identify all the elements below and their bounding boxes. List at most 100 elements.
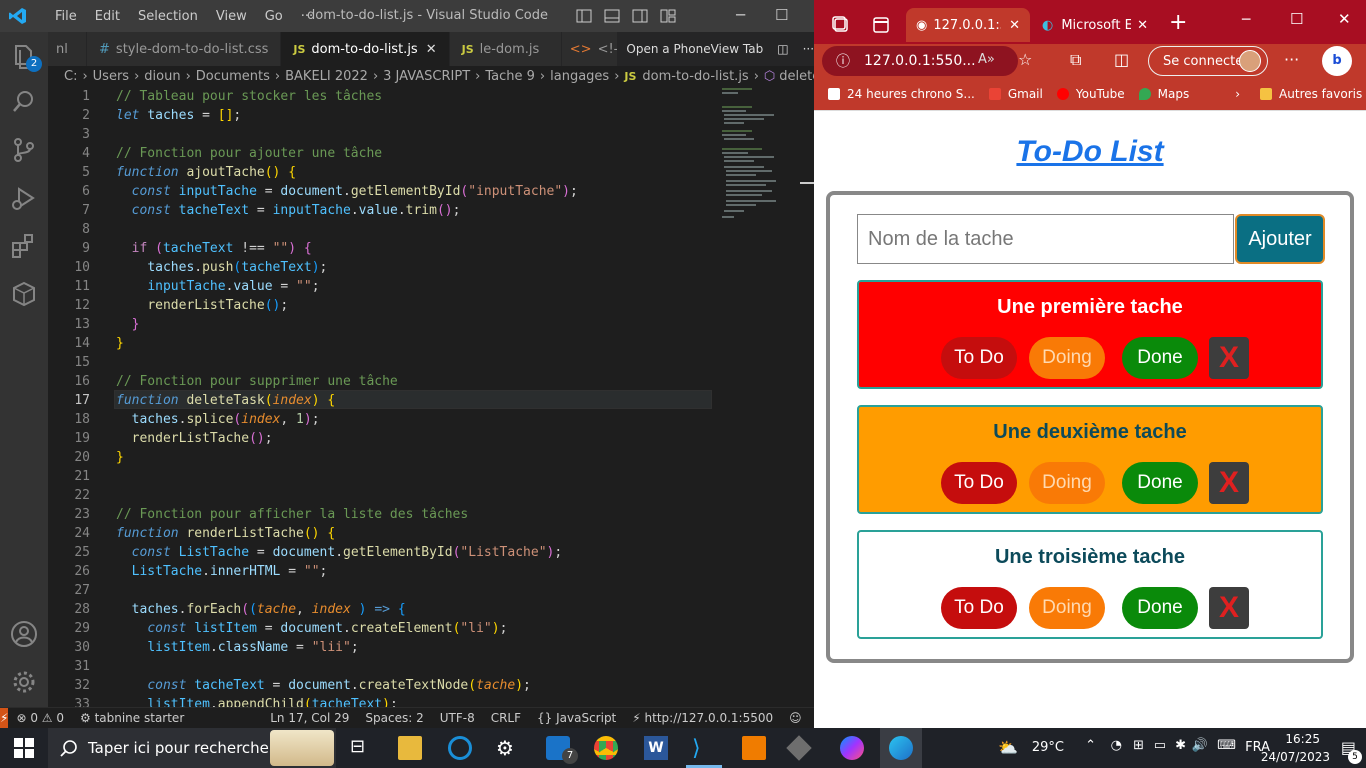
toggle-sidebar-icon[interactable] bbox=[576, 8, 592, 24]
minimap[interactable] bbox=[720, 86, 800, 226]
cortana-icon[interactable] bbox=[448, 736, 472, 760]
minimize-icon[interactable]: ─ bbox=[736, 6, 745, 24]
split-editor-icon[interactable]: ◫ bbox=[777, 42, 788, 56]
close-tab-icon[interactable]: ✕ bbox=[426, 42, 437, 57]
doing-button[interactable]: Doing bbox=[1029, 587, 1105, 629]
toggle-panel-icon[interactable] bbox=[604, 8, 620, 24]
minimize-icon[interactable]: ─ bbox=[1242, 12, 1250, 28]
weather-temperature[interactable]: 29°C bbox=[1032, 740, 1064, 755]
tab-truncated[interactable]: nl bbox=[48, 32, 88, 66]
source-control-icon[interactable] bbox=[10, 136, 38, 164]
breadcrumb-item[interactable]: deleteTask bbox=[779, 69, 814, 84]
encoding[interactable]: UTF-8 bbox=[432, 711, 483, 725]
breadcrumb-item[interactable]: langages bbox=[550, 69, 609, 84]
menu-edit[interactable]: Edit bbox=[86, 9, 129, 24]
scrollbar-position[interactable] bbox=[800, 182, 814, 184]
menu-selection[interactable]: Selection bbox=[129, 9, 207, 24]
breadcrumb-item[interactable]: Tache 9 bbox=[485, 69, 535, 84]
problems-indicator[interactable]: ⊗ 0 ⚠ 0 bbox=[8, 711, 72, 725]
volume-icon[interactable]: 🔊 bbox=[1192, 738, 1208, 753]
breadcrumb-item[interactable]: Documents bbox=[196, 69, 270, 84]
menu-file[interactable]: File bbox=[46, 9, 86, 24]
task-input[interactable]: Nom de la tache bbox=[857, 214, 1234, 264]
delete-task-button[interactable]: X bbox=[1209, 587, 1249, 629]
indentation[interactable]: Spaces: 2 bbox=[357, 711, 431, 725]
battery-icon[interactable]: ▭ bbox=[1154, 738, 1166, 753]
file-explorer-icon[interactable] bbox=[398, 736, 422, 760]
tab-style-css[interactable]: # style-dom-to-do-list.css bbox=[87, 32, 282, 66]
done-button[interactable]: Done bbox=[1122, 337, 1198, 379]
tab-le-dom-js[interactable]: JS le-dom.js bbox=[449, 32, 562, 66]
search-icon[interactable] bbox=[10, 88, 38, 116]
tab-html[interactable]: <> <!--ht bbox=[561, 32, 619, 66]
close-tab-icon[interactable]: ✕ bbox=[1137, 18, 1148, 33]
menu-go[interactable]: Go bbox=[256, 9, 292, 24]
explorer-icon[interactable]: 2 bbox=[10, 42, 42, 72]
network-icon[interactable]: ⊞ bbox=[1133, 738, 1144, 753]
messenger-icon[interactable] bbox=[840, 736, 864, 760]
doing-button[interactable]: Doing bbox=[1029, 462, 1105, 504]
menu-view[interactable]: View bbox=[207, 9, 256, 24]
close-tab-icon[interactable]: ✕ bbox=[1009, 18, 1020, 33]
customize-layout-icon[interactable] bbox=[660, 8, 676, 24]
breadcrumb-item[interactable]: Users bbox=[93, 69, 129, 84]
favorite-24h[interactable]: 24 heures chrono S... bbox=[828, 87, 975, 101]
add-task-button[interactable]: Ajouter bbox=[1235, 214, 1325, 264]
todo-button[interactable]: To Do bbox=[941, 462, 1017, 504]
maximize-icon[interactable]: ☐ bbox=[1290, 10, 1303, 28]
browser-tab-microsoft[interactable]: ◐ Microsoft E ✕ bbox=[1032, 8, 1158, 42]
breadcrumb-item[interactable]: dom-to-do-list.js bbox=[642, 69, 748, 84]
doing-button[interactable]: Doing bbox=[1029, 337, 1105, 379]
other-favorites[interactable]: Autres favoris bbox=[1260, 87, 1362, 101]
workspaces-icon[interactable] bbox=[832, 16, 850, 34]
account-icon[interactable] bbox=[10, 620, 38, 648]
git-kraken-icon[interactable] bbox=[786, 735, 812, 761]
breadcrumb-item[interactable]: C: bbox=[64, 69, 77, 84]
clock-date[interactable]: 24/07/2023 bbox=[1261, 750, 1330, 764]
vscode-taskbar-icon[interactable]: ⟩ bbox=[692, 736, 716, 761]
tab-dom-to-do-list-js[interactable]: JS dom-to-do-list.js ✕ bbox=[281, 32, 450, 66]
tab-actions-icon[interactable] bbox=[872, 16, 890, 34]
language-mode[interactable]: {} JavaScript bbox=[529, 711, 624, 725]
word-icon[interactable]: W bbox=[644, 736, 668, 760]
show-hidden-icons-icon[interactable]: ⌃ bbox=[1085, 738, 1096, 753]
todo-button[interactable]: To Do bbox=[941, 587, 1017, 629]
tabnine-status[interactable]: ⚙ tabnine starter bbox=[72, 711, 192, 725]
toggle-secondary-sidebar-icon[interactable] bbox=[632, 8, 648, 24]
keyboard-icon[interactable]: ⌨ bbox=[1217, 738, 1236, 753]
extensions-icon[interactable] bbox=[10, 232, 38, 260]
site-info-icon[interactable]: ⓘ bbox=[836, 51, 850, 71]
task-view-icon[interactable]: ⊟ bbox=[350, 736, 374, 760]
sublime-icon[interactable] bbox=[742, 736, 766, 760]
delete-task-button[interactable]: X bbox=[1209, 337, 1249, 379]
new-tab-icon[interactable]: + bbox=[1169, 10, 1187, 35]
browser-tab-localhost[interactable]: ◉ 127.0.0.1:55 ✕ bbox=[906, 8, 1030, 42]
settings-more-icon[interactable]: ··· bbox=[1284, 50, 1299, 69]
close-icon[interactable]: ✕ bbox=[1338, 10, 1351, 28]
feedback-icon[interactable]: ☺ bbox=[781, 711, 810, 725]
chrome-icon[interactable] bbox=[594, 736, 618, 760]
done-button[interactable]: Done bbox=[1122, 587, 1198, 629]
run-debug-icon[interactable] bbox=[10, 184, 38, 212]
settings-gear-icon[interactable] bbox=[10, 668, 38, 696]
bing-copilot-icon[interactable]: b bbox=[1322, 46, 1352, 76]
wifi-icon[interactable]: ◔ bbox=[1111, 738, 1122, 753]
favorites-overflow-icon[interactable]: › bbox=[1235, 87, 1240, 101]
favorite-maps[interactable]: Maps bbox=[1138, 87, 1189, 101]
done-button[interactable]: Done bbox=[1122, 462, 1198, 504]
windows-start-icon[interactable] bbox=[14, 738, 38, 762]
code-editor[interactable]: 1 2 3 4 5 6 7 8 9 10 11 12 13 14 15 16 17 18 19 20 21 22 23 24 2… bbox=[48, 86, 800, 707]
taskbar-search[interactable]: Taper ici pour rechercher bbox=[48, 728, 336, 768]
favorite-youtube[interactable]: YouTube bbox=[1056, 87, 1125, 101]
weather-icon[interactable]: ⛅ bbox=[998, 738, 1018, 757]
sign-in-button[interactable]: Se connecter bbox=[1148, 46, 1268, 76]
read-aloud-icon[interactable]: A» bbox=[978, 52, 995, 67]
favorite-gmail[interactable]: Gmail bbox=[988, 87, 1043, 101]
delete-task-button[interactable]: X bbox=[1209, 462, 1249, 504]
live-server-status[interactable]: ⚡ http://127.0.0.1:5500 bbox=[624, 711, 781, 725]
breadcrumb-item[interactable]: BAKELI 2022 bbox=[285, 69, 368, 84]
cursor-position[interactable]: Ln 17, Col 29 bbox=[262, 711, 357, 725]
bluetooth-icon[interactable]: ✱ bbox=[1175, 738, 1186, 753]
todo-button[interactable]: To Do bbox=[941, 337, 1017, 379]
line-ending[interactable]: CRLF bbox=[483, 711, 529, 725]
